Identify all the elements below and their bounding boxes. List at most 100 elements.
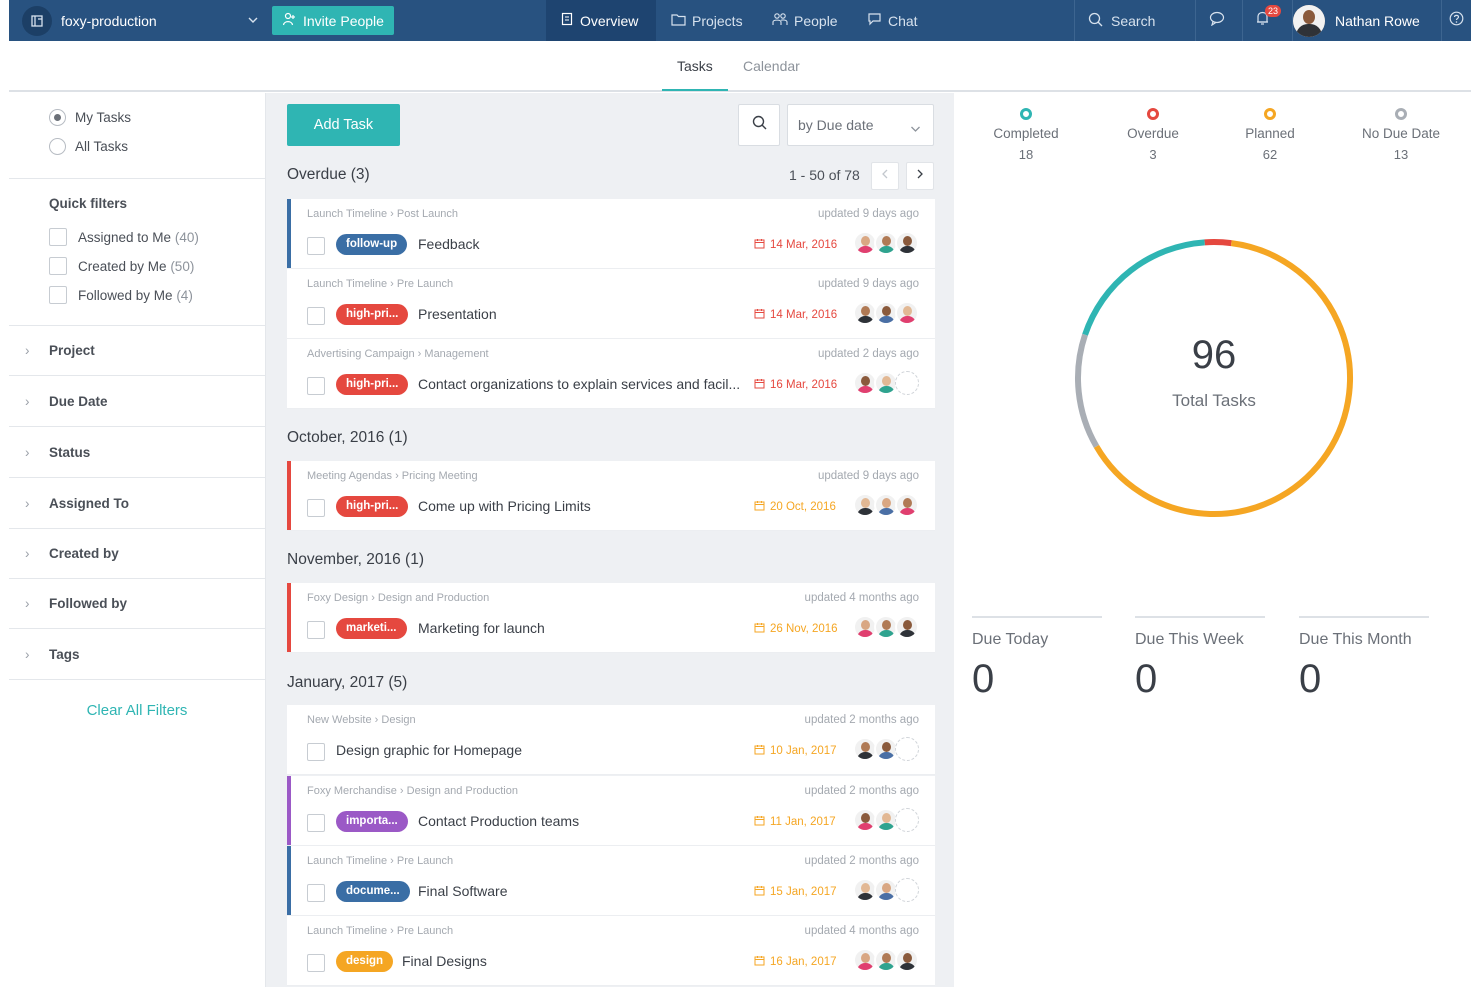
task-title[interactable]: Contact Production teams bbox=[418, 813, 579, 829]
nav-people[interactable]: People bbox=[772, 0, 838, 41]
quick-filter-created[interactable]: Created by Me (50) bbox=[49, 257, 194, 275]
add-assignee-placeholder[interactable] bbox=[895, 808, 919, 832]
sort-dropdown[interactable]: by Due date bbox=[787, 104, 934, 146]
task-title[interactable]: Final Software bbox=[418, 883, 507, 899]
scope-label: My Tasks bbox=[75, 110, 132, 125]
task-title[interactable]: Presentation bbox=[418, 306, 497, 322]
task-tag[interactable]: high-pri... bbox=[336, 304, 409, 325]
chevron-down-icon bbox=[910, 121, 921, 137]
checkbox[interactable] bbox=[49, 286, 67, 304]
tab-calendar[interactable]: Calendar bbox=[743, 58, 800, 74]
prev-page-button[interactable] bbox=[871, 162, 899, 190]
task-title[interactable]: Contact organizations to explain service… bbox=[418, 376, 740, 392]
radio-button[interactable] bbox=[49, 109, 66, 126]
group-title: November, 2016 (1) bbox=[287, 551, 424, 568]
quick-filter-followed[interactable]: Followed by Me (4) bbox=[49, 286, 193, 304]
filter-status[interactable]: › Status bbox=[9, 428, 265, 478]
add-task-button[interactable]: Add Task bbox=[287, 104, 400, 146]
chevron-right-icon: › bbox=[25, 546, 30, 561]
nav-projects[interactable]: Projects bbox=[671, 0, 743, 41]
task-tag[interactable]: docume... bbox=[336, 881, 410, 902]
task-tag[interactable]: importa... bbox=[336, 811, 408, 832]
assignee-avatar[interactable] bbox=[895, 231, 919, 255]
task-tag[interactable]: follow-up bbox=[336, 234, 408, 255]
task-checkbox[interactable] bbox=[307, 743, 325, 761]
filter-label: Tags bbox=[49, 647, 80, 662]
task-title[interactable]: Come up with Pricing Limits bbox=[418, 498, 591, 514]
scope-all-tasks[interactable]: All Tasks bbox=[49, 138, 128, 155]
quick-filter-assigned[interactable]: Assigned to Me (40) bbox=[49, 228, 199, 246]
task-checkbox[interactable] bbox=[307, 814, 325, 832]
task-title[interactable]: Design graphic for Homepage bbox=[336, 742, 522, 758]
task-card[interactable]: Foxy Design › Design and Production updat… bbox=[287, 583, 935, 653]
assignee-avatar[interactable] bbox=[895, 493, 919, 517]
search-icon bbox=[1088, 12, 1103, 30]
task-card[interactable]: Foxy Merchandise › Design and Production… bbox=[287, 776, 935, 846]
task-checkbox[interactable] bbox=[307, 884, 325, 902]
notifications-button[interactable]: 23 bbox=[1242, 0, 1282, 41]
task-title[interactable]: Final Designs bbox=[402, 953, 487, 969]
task-breadcrumb: Meeting Agendas › Pricing Meeting bbox=[307, 470, 478, 482]
assignee-avatar[interactable] bbox=[895, 948, 919, 972]
task-card[interactable]: New Website › Design updated 2 months ago… bbox=[287, 705, 935, 775]
user-menu[interactable]: Nathan Rowe bbox=[1292, 0, 1442, 41]
add-assignee-placeholder[interactable] bbox=[895, 737, 919, 761]
task-title[interactable]: Feedback bbox=[418, 236, 479, 252]
filter-project[interactable]: › Project bbox=[9, 326, 265, 376]
priority-stripe bbox=[287, 199, 291, 268]
nav-overview[interactable]: Overview bbox=[546, 0, 656, 41]
nav-overview-label: Overview bbox=[580, 12, 639, 29]
assignee-avatars bbox=[853, 808, 919, 832]
filter-due-date[interactable]: › Due Date bbox=[9, 377, 265, 427]
task-tag[interactable]: high-pri... bbox=[336, 374, 409, 395]
task-checkbox[interactable] bbox=[307, 954, 325, 972]
task-card[interactable]: Launch Timeline › Pre Launch updated 9 da… bbox=[287, 269, 935, 339]
task-checkbox[interactable] bbox=[307, 377, 325, 395]
due-this-week: Due This Week 0 bbox=[1135, 616, 1265, 702]
task-checkbox[interactable] bbox=[307, 237, 325, 255]
messages-button[interactable] bbox=[1197, 0, 1237, 41]
filter-tags[interactable]: › Tags bbox=[9, 630, 265, 680]
help-button[interactable] bbox=[1442, 0, 1471, 41]
task-card[interactable]: Launch Timeline › Pre Launch updated 4 mo… bbox=[287, 916, 935, 986]
assignee-avatar[interactable] bbox=[895, 301, 919, 325]
task-card[interactable]: Meeting Agendas › Pricing Meeting updated… bbox=[287, 461, 935, 531]
task-card[interactable]: Launch Timeline › Pre Launch updated 2 mo… bbox=[287, 846, 935, 916]
scope-label: All Tasks bbox=[75, 139, 129, 154]
task-search-button[interactable] bbox=[738, 104, 780, 146]
speech-bubble-icon bbox=[1209, 11, 1225, 31]
task-tag[interactable]: high-pri... bbox=[336, 496, 409, 517]
filter-created-by[interactable]: › Created by bbox=[9, 529, 265, 579]
task-card[interactable]: Launch Timeline › Post Launch updated 9 d… bbox=[287, 199, 935, 269]
task-checkbox[interactable] bbox=[307, 499, 325, 517]
invite-people-button[interactable]: Invite People bbox=[272, 6, 394, 35]
scope-my-tasks[interactable]: My Tasks bbox=[49, 109, 131, 126]
filter-followed-by[interactable]: › Followed by bbox=[9, 579, 265, 629]
workspace-switcher[interactable]: foxy-production bbox=[9, 0, 267, 41]
task-tag[interactable]: design bbox=[336, 951, 394, 972]
checkbox[interactable] bbox=[49, 228, 67, 246]
global-search[interactable]: Search bbox=[1074, 0, 1196, 41]
task-checkbox[interactable] bbox=[307, 621, 325, 639]
task-breadcrumb: New Website › Design bbox=[307, 714, 416, 726]
clear-all-filters-link[interactable]: Clear All Filters bbox=[9, 702, 265, 719]
task-card[interactable]: Advertising Campaign › Management updated… bbox=[287, 339, 935, 409]
task-tag[interactable]: marketi... bbox=[336, 618, 407, 639]
add-assignee-placeholder[interactable] bbox=[895, 371, 919, 395]
chevron-right-icon: › bbox=[25, 647, 30, 662]
quick-filters-title: Quick filters bbox=[49, 196, 128, 211]
tab-tasks[interactable]: Tasks bbox=[677, 58, 713, 74]
nav-people-label: People bbox=[794, 12, 838, 29]
nav-chat[interactable]: Chat bbox=[867, 0, 918, 41]
add-assignee-placeholder[interactable] bbox=[895, 878, 919, 902]
view-tabs: Tasks Calendar bbox=[9, 41, 1471, 92]
task-title[interactable]: Marketing for launch bbox=[418, 620, 545, 636]
task-due-date: 10 Jan, 2017 bbox=[754, 744, 837, 758]
filter-assigned-to[interactable]: › Assigned To bbox=[9, 479, 265, 529]
next-page-button[interactable] bbox=[906, 162, 934, 190]
task-checkbox[interactable] bbox=[307, 307, 325, 325]
assignee-avatar[interactable] bbox=[895, 615, 919, 639]
radio-button[interactable] bbox=[49, 138, 66, 155]
checkbox[interactable] bbox=[49, 257, 67, 275]
folder-icon bbox=[671, 13, 686, 29]
